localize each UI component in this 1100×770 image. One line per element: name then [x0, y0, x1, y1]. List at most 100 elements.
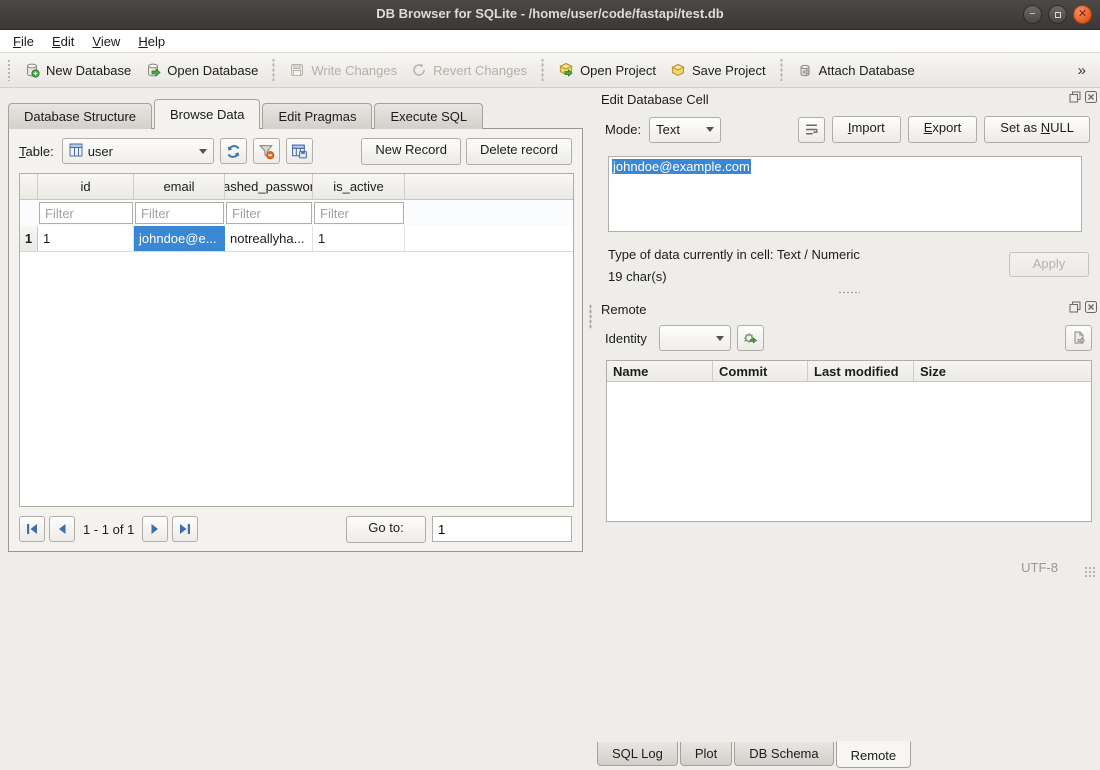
- filter-input-id[interactable]: [39, 202, 133, 224]
- previous-page-button[interactable]: [49, 516, 75, 542]
- filter-input-is-active[interactable]: [314, 202, 404, 224]
- grid-filter-row: [20, 200, 573, 226]
- previous-page-icon: [55, 522, 69, 536]
- open-project-button[interactable]: Open Project: [551, 58, 663, 82]
- next-page-icon: [148, 522, 162, 536]
- statusbar: UTF-8: [0, 555, 1100, 582]
- float-dock-button[interactable]: [1068, 90, 1081, 103]
- database-attach-icon: [797, 62, 813, 78]
- minimize-button[interactable]: −: [1023, 5, 1042, 24]
- column-header-hashed-password[interactable]: ashed_passwor: [225, 174, 313, 199]
- push-database-icon: [1071, 330, 1087, 346]
- filter-input-hashed-password[interactable]: [226, 202, 312, 224]
- pagination-bar: 1 - 1 of 1 Go to:: [19, 515, 572, 543]
- tab-execute-sql[interactable]: Execute SQL: [374, 103, 483, 129]
- resize-grip[interactable]: [1084, 566, 1096, 578]
- new-database-button[interactable]: New Database: [17, 58, 138, 82]
- cell-hashed-password[interactable]: notreallyha...: [225, 226, 313, 251]
- toolbar-separator: [541, 59, 544, 81]
- maximize-button[interactable]: [1048, 5, 1067, 24]
- project-save-icon: [670, 62, 686, 78]
- delete-record-button[interactable]: Delete record: [466, 138, 572, 165]
- menu-help[interactable]: Help: [129, 32, 174, 51]
- cell-is-active[interactable]: 1: [313, 226, 405, 251]
- close-dock-button[interactable]: [1084, 90, 1097, 103]
- new-record-button[interactable]: New Record: [361, 138, 461, 165]
- import-button[interactable]: Import: [832, 116, 901, 143]
- table-select[interactable]: user: [62, 138, 214, 164]
- clear-filter-icon: [258, 143, 275, 160]
- remote-column-name[interactable]: Name: [607, 361, 713, 381]
- menu-edit[interactable]: Edit: [43, 32, 83, 51]
- cell-char-count: 19 char(s): [608, 266, 860, 288]
- attach-database-button[interactable]: Attach Database: [790, 58, 922, 82]
- toolbar-separator: [780, 59, 783, 81]
- right-panel: Edit Database Cell Mode: Text Import Exp…: [597, 88, 1100, 555]
- mode-row: Mode: Text Import Export Set as NULL: [605, 116, 1090, 143]
- menu-view[interactable]: View: [83, 32, 129, 51]
- goto-button[interactable]: Go to:: [346, 516, 426, 543]
- tab-sql-log[interactable]: SQL Log: [597, 742, 678, 766]
- menu-file[interactable]: File: [4, 32, 43, 51]
- identity-settings-button[interactable]: [737, 325, 764, 351]
- export-button[interactable]: Export: [908, 116, 978, 143]
- data-grid: id email ashed_passwor is_active 1 1 joh…: [19, 173, 574, 507]
- column-header-email[interactable]: email: [134, 174, 225, 199]
- toolbar-drag-handle[interactable]: [7, 59, 12, 81]
- push-database-button[interactable]: [1065, 325, 1092, 351]
- filter-input-email[interactable]: [135, 202, 224, 224]
- tab-browse-data[interactable]: Browse Data: [154, 99, 260, 129]
- first-page-button[interactable]: [19, 516, 45, 542]
- selected-cell-text: johndoe@example.com: [612, 159, 751, 174]
- cell-email-selected[interactable]: johndoe@e...: [134, 226, 225, 251]
- row-header[interactable]: 1: [20, 226, 38, 251]
- close-button[interactable]: ✕: [1073, 5, 1092, 24]
- identity-select[interactable]: [659, 325, 731, 351]
- main-tabbar: Database Structure Browse Data Edit Prag…: [8, 101, 485, 129]
- table-row: 1 1 johndoe@e... notreallyha... 1: [20, 226, 573, 252]
- window-controls: − ✕: [1023, 5, 1092, 24]
- browse-controls: Table: user New Record Delete record: [19, 137, 572, 165]
- clear-filters-button[interactable]: [253, 138, 280, 164]
- set-as-null-button[interactable]: Set as NULL: [984, 116, 1090, 143]
- encoding-indicator[interactable]: UTF-8: [1021, 560, 1058, 575]
- refresh-button[interactable]: [220, 138, 247, 164]
- close-dock-button[interactable]: [1084, 300, 1097, 313]
- remote-column-commit[interactable]: Commit: [713, 361, 808, 381]
- chevron-down-icon: [199, 149, 207, 154]
- dock-controls: [1068, 300, 1097, 313]
- tab-edit-pragmas[interactable]: Edit Pragmas: [262, 103, 372, 129]
- cell-value-editor[interactable]: johndoe@example.com: [608, 156, 1082, 232]
- cell-id[interactable]: 1: [38, 226, 134, 251]
- open-database-button[interactable]: Open Database: [138, 58, 265, 82]
- toolbar-overflow-button[interactable]: »: [1070, 62, 1094, 79]
- next-page-button[interactable]: [142, 516, 168, 542]
- vertical-splitter[interactable]: [586, 300, 594, 334]
- grid-corner[interactable]: [20, 174, 38, 199]
- remote-column-size[interactable]: Size: [914, 361, 1091, 381]
- app-window: DB Browser for SQLite - /home/user/code/…: [0, 0, 1100, 582]
- tab-plot[interactable]: Plot: [680, 742, 732, 766]
- titlebar[interactable]: DB Browser for SQLite - /home/user/code/…: [0, 0, 1100, 30]
- word-wrap-icon: [804, 122, 819, 137]
- goto-input[interactable]: [432, 516, 572, 542]
- filter-cell: [225, 201, 313, 225]
- tab-database-structure[interactable]: Database Structure: [8, 103, 152, 129]
- word-wrap-button[interactable]: [798, 117, 825, 143]
- column-header-is-active[interactable]: is_active: [313, 174, 405, 199]
- chevron-down-icon: [716, 336, 724, 341]
- tab-db-schema[interactable]: DB Schema: [734, 742, 833, 766]
- save-results-button[interactable]: [286, 138, 313, 164]
- remote-column-last-modified[interactable]: Last modified: [808, 361, 914, 381]
- save-project-button[interactable]: Save Project: [663, 58, 773, 82]
- float-dock-button[interactable]: [1068, 300, 1081, 313]
- last-page-button[interactable]: [172, 516, 198, 542]
- filter-corner: [20, 200, 38, 226]
- minimize-icon: −: [1024, 6, 1041, 23]
- tab-remote[interactable]: Remote: [836, 741, 912, 768]
- mode-select[interactable]: Text: [649, 117, 721, 143]
- horizontal-splitter[interactable]: [597, 288, 1100, 296]
- column-header-id[interactable]: id: [38, 174, 134, 199]
- revert-changes-icon: [411, 62, 427, 78]
- browse-data-panel: Table: user New Record Delete record: [8, 128, 583, 552]
